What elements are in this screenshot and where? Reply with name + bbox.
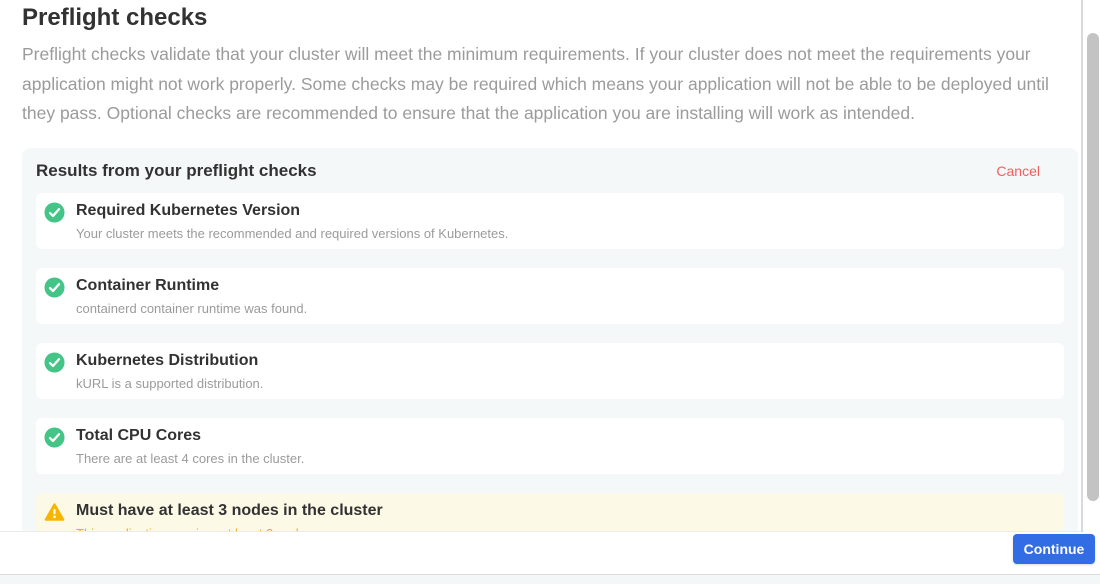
warning-triangle-icon <box>44 502 65 523</box>
check-circle-icon <box>44 202 65 223</box>
check-message: kURL is a supported distribution. <box>76 376 1050 391</box>
results-card-header: Results from your preflight checks Cance… <box>22 148 1078 193</box>
check-text: Total CPU Cores There are at least 4 cor… <box>76 426 1050 466</box>
preflight-check-row: Required Kubernetes Version Your cluster… <box>36 193 1064 249</box>
cancel-link[interactable]: Cancel <box>996 161 1040 181</box>
preflight-check-row: Must have at least 3 nodes in the cluste… <box>36 493 1064 531</box>
preflight-check-row: Kubernetes Distribution kURL is a suppor… <box>36 343 1064 399</box>
page-title: Preflight checks <box>22 4 207 32</box>
check-title: Must have at least 3 nodes in the cluste… <box>76 501 1050 521</box>
check-title: Total CPU Cores <box>76 426 1050 446</box>
check-title: Required Kubernetes Version <box>76 201 1050 221</box>
preflight-check-row: Total CPU Cores There are at least 4 cor… <box>36 418 1064 474</box>
check-message: Your cluster meets the recommended and r… <box>76 226 1050 241</box>
page-bottom-strip <box>0 574 1100 584</box>
preflight-results-card: Results from your preflight checks Cance… <box>22 148 1078 531</box>
continue-button[interactable]: Continue <box>1013 534 1095 564</box>
check-message: There are at least 4 cores in the cluste… <box>76 451 1050 466</box>
check-text: Required Kubernetes Version Your cluster… <box>76 201 1050 241</box>
preflight-check-row: Container Runtime containerd container r… <box>36 268 1064 324</box>
check-circle-icon <box>44 427 65 448</box>
check-circle-icon <box>44 277 65 298</box>
check-message: containerd container runtime was found. <box>76 301 1050 316</box>
page-description: Preflight checks validate that your clus… <box>22 40 1062 129</box>
content-right-divider <box>1081 0 1083 532</box>
preflight-check-list: Required Kubernetes Version Your cluster… <box>22 193 1078 531</box>
check-circle-icon <box>44 352 65 373</box>
check-title: Kubernetes Distribution <box>76 351 1050 371</box>
results-card-title: Results from your preflight checks <box>36 161 317 181</box>
check-text: Must have at least 3 nodes in the cluste… <box>76 501 1050 531</box>
check-title: Container Runtime <box>76 276 1050 296</box>
check-text: Kubernetes Distribution kURL is a suppor… <box>76 351 1050 391</box>
scrollbar-thumb[interactable] <box>1087 33 1099 501</box>
check-text: Container Runtime containerd container r… <box>76 276 1050 316</box>
footer-bar: Continue <box>0 531 1100 574</box>
